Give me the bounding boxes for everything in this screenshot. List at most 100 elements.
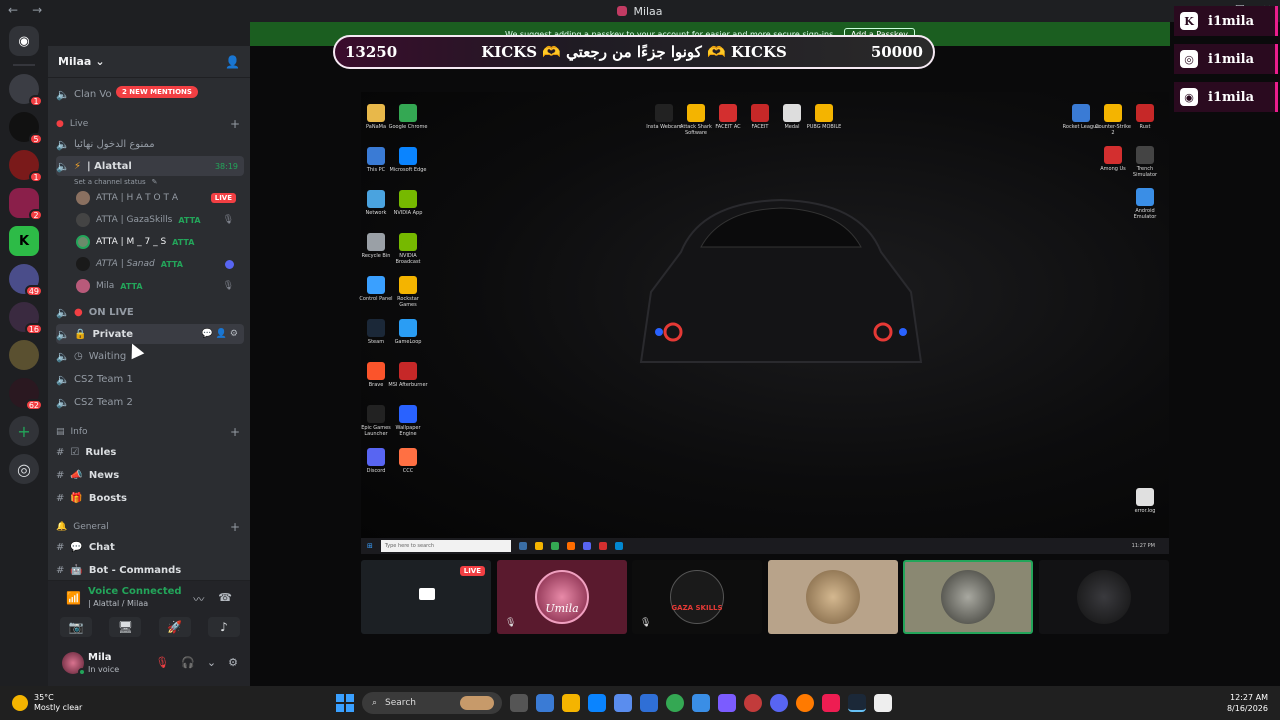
voice-member[interactable]: Mila ATTA 🎙 — [76, 276, 244, 296]
server-folder-icon[interactable]: 16 — [9, 302, 43, 335]
file-explorer-icon[interactable] — [562, 694, 580, 712]
desktop-icon[interactable]: Rockstar Games — [388, 276, 428, 308]
desktop-icon[interactable]: NVIDIA Broadcast — [388, 233, 428, 265]
text-channel-bot-commands[interactable]: # 🤖 Bot - Commands — [56, 560, 244, 580]
back-arrow-icon[interactable]: ← — [8, 3, 18, 17]
voice-channel-waiting[interactable]: 🔈 ◷ Waiting — [56, 346, 244, 366]
channel-status-label: Set a channel status — [74, 178, 146, 186]
store-icon[interactable] — [614, 694, 632, 712]
visual-studio-icon[interactable] — [718, 694, 736, 712]
app-icon[interactable] — [744, 694, 762, 712]
text-channel-rules[interactable]: # ☑ Rules — [56, 442, 244, 462]
camera-off-button[interactable]: 📷 — [60, 617, 92, 637]
windows-start-icon[interactable] — [336, 694, 354, 712]
stream-tile-speaking[interactable] — [903, 560, 1033, 634]
voice-channel-cs2-1[interactable]: 🔈 CS2 Team 1 — [56, 369, 244, 389]
stream-tile-member[interactable] — [1039, 560, 1169, 634]
voice-channel-private[interactable]: 🔈 🔒 Private 💬 👤 ⚙ — [56, 324, 244, 344]
desktop-icon[interactable]: error.log — [1125, 488, 1165, 514]
server-icon[interactable]: 49 — [9, 264, 43, 297]
create-channel-icon[interactable]: + — [230, 520, 240, 534]
server-icon[interactable] — [9, 340, 39, 370]
stream-tile-gazaskills[interactable]: GAZA SKILLS 🎙 — [632, 560, 762, 634]
channel-actions-icons[interactable]: 💬 👤 ⚙ — [202, 329, 238, 339]
lock-icon: 🔒 — [74, 328, 87, 340]
desktop-icon[interactable]: Rust — [1125, 104, 1165, 130]
headphones-icon[interactable]: 🎧 — [181, 656, 195, 669]
member-name: ATTA | M _ 7 _ S — [96, 237, 167, 247]
desktop-app-icon — [367, 448, 385, 466]
server-icon-milaa[interactable]: 2 — [9, 188, 43, 221]
signal-icon[interactable]: 📶 — [66, 591, 81, 605]
mic-muted-icon[interactable]: 🎙 — [155, 656, 169, 669]
text-channel-news[interactable]: # 📣 News — [56, 465, 244, 485]
stream-tile-video[interactable] — [768, 560, 898, 634]
shared-desktop-screen[interactable] — [361, 92, 1169, 538]
desktop-icon[interactable]: Google Chrome — [388, 104, 428, 130]
noise-suppression-icon[interactable]: 〰 — [193, 591, 204, 607]
clock-icon: ◷ — [74, 350, 83, 362]
voice-status[interactable]: Voice Connected — [88, 586, 182, 597]
desktop-icon[interactable]: Trench Simulator — [1125, 146, 1165, 178]
voice-channel-on-live[interactable]: 🔈 ● ON LIVE — [56, 302, 244, 322]
speaker-icon: 🔈 — [56, 305, 70, 319]
server-folder-icon[interactable]: 62 — [9, 378, 43, 411]
desktop-icon[interactable]: MSI Afterburner — [388, 362, 428, 388]
new-mentions-pill[interactable]: 2 NEW MENTIONS — [116, 86, 198, 98]
server-icon[interactable]: 5 — [9, 112, 43, 145]
document-icon[interactable] — [874, 694, 892, 712]
chrome-icon[interactable] — [666, 694, 684, 712]
create-channel-icon[interactable]: + — [230, 425, 240, 439]
invite-people-icon[interactable]: 👤 — [225, 55, 240, 69]
voice-channel-cs2-2[interactable]: 🔈 CS2 Team 2 — [56, 392, 244, 412]
text-channel-chat[interactable]: # 💬 Chat — [56, 537, 244, 557]
text-channel-boosts[interactable]: # 🎁 Boosts — [56, 488, 244, 508]
settings-gear-icon[interactable]: ⚙ — [228, 656, 238, 669]
server-header[interactable]: Milaa ⌄ 👤 — [48, 46, 250, 78]
category-live[interactable]: ● Live + — [56, 114, 244, 134]
voice-member[interactable]: ATTA | M _ 7 _ S ATTA — [76, 232, 244, 252]
voice-channel[interactable]: 🔈 ممنوع الدخول نهائيا — [56, 134, 244, 154]
soundboard-button[interactable]: ♪ — [207, 617, 240, 637]
discover-icon[interactable]: ◎ — [9, 454, 39, 484]
activities-button[interactable]: 🚀 — [158, 617, 191, 637]
desktop-icon[interactable]: Android Emulator — [1125, 188, 1165, 220]
server-icon[interactable]: 1 — [9, 74, 43, 107]
forward-arrow-icon[interactable]: → — [32, 3, 42, 17]
disconnect-icon[interactable]: ☎ — [218, 591, 232, 607]
create-channel-icon[interactable]: + — [230, 117, 240, 131]
desktop-icon[interactable]: NVIDIA App — [388, 190, 428, 216]
category-general[interactable]: 🔔 General + — [56, 517, 244, 537]
chevron-down-icon[interactable]: ⌄ — [207, 656, 216, 669]
voice-member[interactable]: ATTA | GazaSkills ATTA 🎙 — [76, 210, 244, 230]
voice-member[interactable]: ATTA | H A T O T A LIVE — [76, 188, 244, 208]
edge-icon[interactable] — [588, 694, 606, 712]
firefox-icon[interactable] — [796, 694, 814, 712]
tiktok-icon[interactable] — [822, 694, 840, 712]
stream-tile-screen[interactable]: LIVE — [361, 560, 491, 634]
desktop-icon[interactable]: CCC — [388, 448, 428, 474]
stream-tile-umila[interactable]: Umila 🎙 — [497, 560, 627, 634]
add-server-button[interactable]: + — [9, 416, 39, 446]
copilot-icon[interactable] — [536, 694, 554, 712]
task-view-icon[interactable] — [510, 694, 528, 712]
discord-icon[interactable] — [770, 694, 788, 712]
screen-share-button[interactable]: 🖥 — [109, 617, 142, 637]
taskbar-search[interactable]: ⌕ Search — [362, 692, 502, 714]
desktop-icon[interactable]: GameLoop — [388, 319, 428, 345]
system-clock[interactable]: 12:27 AM 8/16/2026 — [1227, 692, 1268, 714]
desktop-icon[interactable]: Microsoft Edge — [388, 147, 428, 173]
weather-widget[interactable]: 35°C Mostly clear — [12, 693, 82, 713]
user-name[interactable]: Mila — [88, 652, 112, 663]
steam-icon[interactable] — [848, 694, 866, 712]
kick-server-icon[interactable]: K — [9, 226, 39, 256]
desktop-icon[interactable]: PUBG MOBILE — [804, 104, 844, 130]
discord-home-button[interactable]: ◉ — [9, 26, 39, 56]
voice-location[interactable]: | Alattal / Milaa — [88, 599, 148, 608]
desktop-icon[interactable]: Wallpaper Engine — [388, 405, 428, 437]
voice-member[interactable]: ATTA | Sanad ATTA — [76, 254, 244, 274]
category-info[interactable]: ▤ Info + — [56, 422, 244, 442]
notepad-icon[interactable] — [692, 694, 710, 712]
mail-icon[interactable] — [640, 694, 658, 712]
server-icon[interactable]: 1 — [9, 150, 43, 183]
